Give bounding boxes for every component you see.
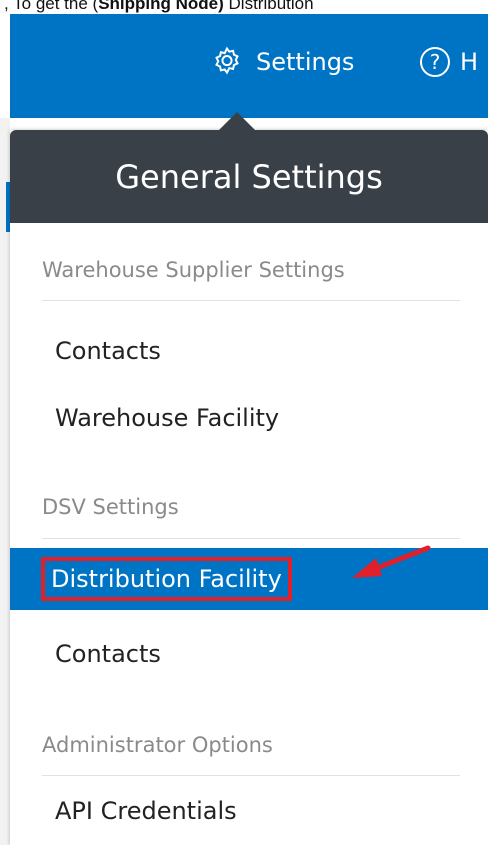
caption-bold: Shipping Node): [98, 0, 224, 13]
menu-item-api-credentials[interactable]: API Credentials: [10, 780, 488, 842]
gear-icon: [215, 46, 239, 75]
top-navigation-bar: Settings ? H: [10, 14, 488, 118]
help-circle-icon: ?: [420, 47, 450, 77]
settings-menu-button[interactable]: Settings: [210, 44, 354, 80]
caption-suffix: Distribution: [223, 0, 314, 13]
menu-item-label: Contacts: [55, 640, 161, 668]
menu-item-contacts-dsv[interactable]: Contacts: [10, 623, 488, 685]
menu-item-label: Warehouse Facility: [55, 404, 280, 432]
red-arrow-icon: [352, 545, 431, 578]
section-title-administrator-options: Administrator Options: [42, 733, 273, 757]
divider: [42, 300, 460, 301]
help-label: H: [460, 48, 479, 76]
menu-item-warehouse-facility[interactable]: Warehouse Facility: [10, 387, 488, 449]
menu-item-contacts-warehouse[interactable]: Contacts: [10, 320, 488, 382]
menu-item-label: Contacts: [55, 337, 161, 365]
settings-dropdown-menu: General Settings Warehouse Supplier Sett…: [10, 112, 488, 845]
menu-item-label: Distribution Facility: [41, 557, 292, 601]
dropdown-header: General Settings: [10, 130, 488, 223]
menu-item-label: API Credentials: [55, 797, 237, 825]
help-menu-button[interactable]: ? H: [420, 44, 478, 80]
divider: [42, 538, 460, 539]
caption-prefix: , To get the (: [4, 0, 99, 13]
background-page-edge: [0, 118, 10, 845]
settings-label: Settings: [256, 48, 355, 76]
section-title-dsv-settings: DSV Settings: [42, 495, 179, 519]
divider: [42, 775, 460, 776]
section-title-warehouse-supplier: Warehouse Supplier Settings: [42, 258, 345, 282]
instruction-caption: , To get the (Shipping Node) Distributio…: [0, 0, 488, 14]
dropdown-pointer: [219, 112, 255, 130]
